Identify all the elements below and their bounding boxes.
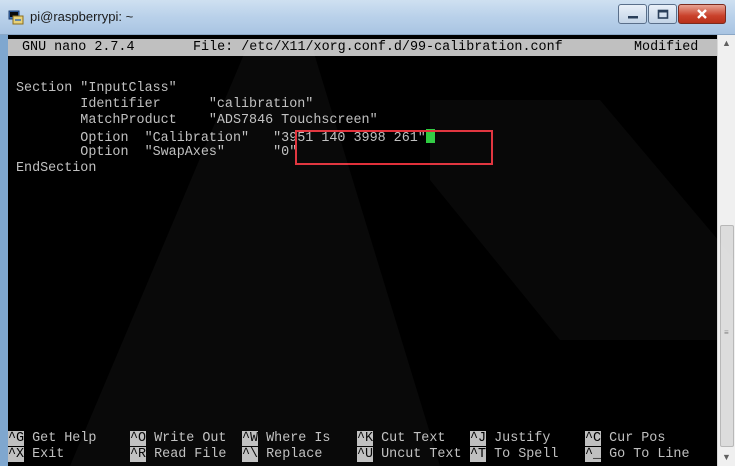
shortcut-justify[interactable]: ^J Justify (470, 431, 550, 447)
scroll-up-arrow-icon[interactable]: ▲ (718, 35, 735, 52)
terminal-screen[interactable]: GNU nano 2.7.4 File: /etc/X11/xorg.conf.… (8, 35, 717, 466)
nano-modified-status: Modified (634, 40, 699, 55)
nano-version: GNU nano 2.7.4 (22, 40, 135, 55)
shortcut-read-file[interactable]: ^R Read File (130, 447, 226, 463)
maximize-icon (657, 9, 668, 19)
text-line-1[interactable]: Section "InputClass" (16, 81, 177, 97)
title-bar[interactable]: pi@raspberrypi: ~ (0, 0, 735, 35)
window-title: pi@raspberrypi: ~ (30, 9, 134, 24)
shortcut-uncut-text[interactable]: ^U Uncut Text (357, 447, 461, 463)
grip-lines-icon: ≡ (724, 328, 729, 337)
minimize-icon (627, 16, 638, 19)
maximize-button[interactable] (648, 4, 677, 24)
scroll-down-arrow-icon[interactable]: ▼ (718, 449, 735, 466)
text-line-2[interactable]: Identifier "calibration" (16, 97, 313, 113)
text-line-6[interactable]: EndSection (16, 161, 96, 177)
text-line-3[interactable]: MatchProduct "ADS7846 Touchscreen" (16, 113, 377, 129)
shortcut-cur-pos[interactable]: ^C Cur Pos (585, 431, 665, 447)
shortcut-row-1: ^G Get Help ^O Write Out ^W Where Is ^K … (8, 431, 717, 447)
highlight-box (295, 130, 493, 165)
close-icon (697, 9, 707, 19)
shortcut-write-out[interactable]: ^O Write Out (130, 431, 226, 447)
shortcut-replace[interactable]: ^\ Replace (242, 447, 322, 463)
vertical-scrollbar[interactable]: ▲ ≡ ▼ (717, 35, 735, 466)
shortcut-get-help[interactable]: ^G Get Help (8, 431, 96, 447)
terminal-window: pi@raspberrypi: ~ GNU nano 2.7.4 File: /… (0, 0, 735, 466)
shortcut-go-to-line[interactable]: ^_ Go To Line (585, 447, 689, 463)
nano-file-name: File: /etc/X11/xorg.conf.d/99-calibratio… (193, 40, 563, 55)
shortcut-exit[interactable]: ^X Exit (8, 447, 64, 463)
nano-header-bar: GNU nano 2.7.4 File: /etc/X11/xorg.conf.… (8, 39, 717, 56)
shortcut-where-is[interactable]: ^W Where Is (242, 431, 330, 447)
scrollbar-thumb[interactable]: ≡ (720, 225, 734, 447)
text-line-5[interactable]: Option "SwapAxes" "0" (16, 145, 297, 161)
shortcut-cut-text[interactable]: ^K Cut Text (357, 431, 445, 447)
close-button[interactable] (678, 4, 726, 24)
shortcut-to-spell[interactable]: ^T To Spell (470, 447, 558, 463)
putty-terminal-icon[interactable] (8, 9, 24, 25)
shortcut-row-2: ^X Exit ^R Read File ^\ Replace ^U Uncut… (8, 447, 717, 463)
minimize-button[interactable] (618, 4, 647, 24)
